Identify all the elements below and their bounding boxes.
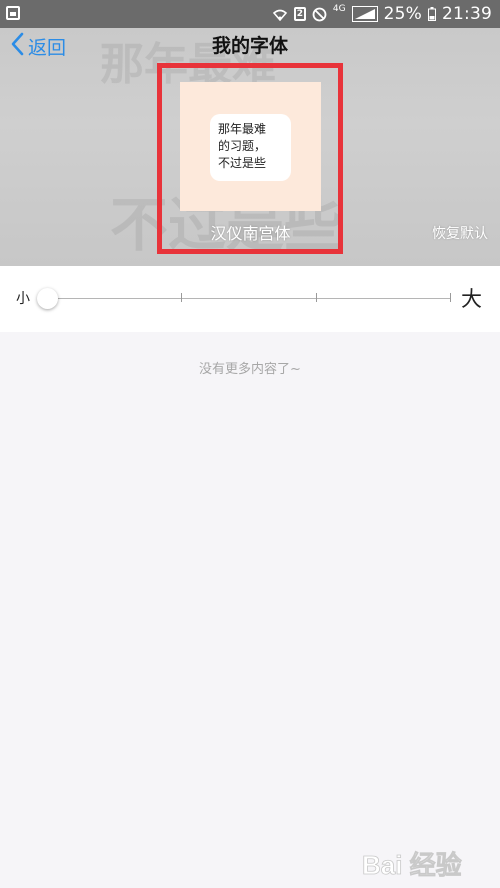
slider-track[interactable] [47,298,451,299]
baidu-jingyan-watermark: Bai 经验 [362,844,474,884]
battery-icon [428,7,436,21]
small-size-label: 小 [16,291,30,307]
do-not-disturb-icon [312,7,327,22]
sim-badge: 2 [293,7,306,21]
wifi-icon [272,7,288,21]
signal-icon [351,6,378,22]
slider-tick [316,293,317,302]
page-title: 我的字体 [211,35,288,57]
restore-default-button[interactable]: 恢复默认 [432,223,488,243]
navigation-bar: 返回 我的字体 [0,28,500,62]
network-type-label: 4G [332,4,346,14]
watermark-text: Bai 经验 [362,850,462,880]
slider-tick [181,293,182,302]
battery-percent: 25% [383,4,422,24]
large-size-label: 大 [461,287,482,311]
font-size-slider-panel: 小 大 [0,266,500,332]
clock: 21:39 [442,4,492,24]
highlight-box [157,63,343,254]
no-more-content-text: 没有更多内容了~ [199,362,301,377]
slider-thumb[interactable] [36,288,58,309]
status-bar: 2 4G 25% 21:39 [0,0,500,28]
font-preview-header: 那年最难 不过是些 返回 我的字体 那年最难 的习题， 不过是些 汉仪南宫体 恢… [0,28,500,266]
gallery-icon [6,6,20,20]
status-icons: 2 4G 25% 21:39 [272,4,492,24]
slider-tick [450,293,451,302]
